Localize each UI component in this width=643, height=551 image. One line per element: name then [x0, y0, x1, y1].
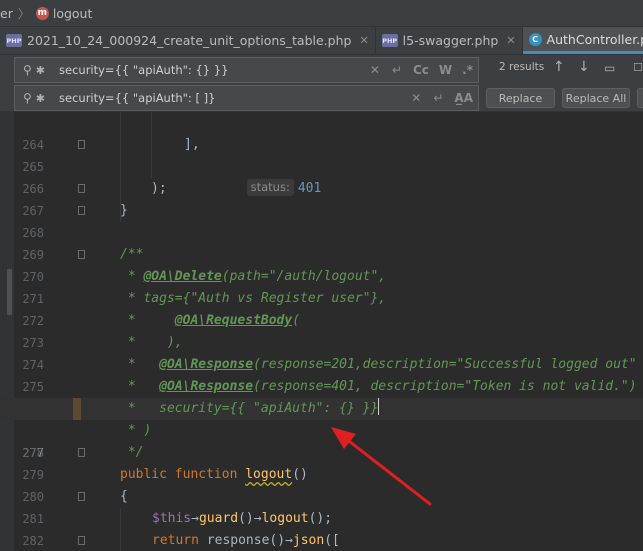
tab-auth-controller[interactable]: C AuthController.php ✕: [522, 27, 643, 54]
class-icon: C: [528, 32, 542, 46]
search-field[interactable]: ⚲ ✱ security={{ "apiAuth": {} }} ✕ ↵ Cc …: [14, 57, 479, 83]
clear-icon[interactable]: ✕: [370, 63, 380, 77]
tab-label: AuthController.php: [546, 31, 643, 47]
next-occurrence-icon[interactable]: ↓: [578, 59, 590, 75]
find-replace-bar: ⚲ ✱ security={{ "apiAuth": {} }} ✕ ↵ Cc …: [0, 55, 643, 112]
search-input[interactable]: security={{ "apiAuth": {} }}: [59, 63, 364, 77]
newline-icon[interactable]: ↵: [433, 91, 443, 105]
editor-tabs: PHP 2021_10_24_000924_create_unit_option…: [0, 27, 643, 55]
breadcrumb: er 〉 m logout: [0, 0, 643, 27]
close-icon[interactable]: ✕: [359, 34, 368, 47]
results-count: 2 results: [499, 61, 545, 73]
annotation-arrow-icon: [331, 427, 432, 506]
code-editor[interactable]: 264 265 ], 266 status:401 267 ); 268 }: [0, 112, 643, 551]
replace-field[interactable]: ⚲ ✱ security={{ "apiAuth": [ ]} ✕ ↵ A̲A: [14, 85, 479, 111]
select-all-occurrences-icon[interactable]: ▭: [604, 61, 615, 75]
clear-icon[interactable]: ✕: [411, 91, 421, 105]
breadcrumb-separator-icon: 〉: [17, 6, 30, 21]
replace-input[interactable]: security={{ "apiAuth": [ ]}: [59, 91, 405, 105]
checkbox-icon[interactable]: ☐: [633, 61, 643, 74]
newline-icon[interactable]: ↵: [392, 63, 402, 77]
method-icon: m: [35, 6, 49, 20]
exclude-button[interactable]: [637, 88, 643, 108]
tab-create-unit-options-table[interactable]: PHP 2021_10_24_000924_create_unit_option…: [0, 27, 376, 54]
breadcrumb-root[interactable]: er: [0, 6, 13, 21]
search-history-icon[interactable]: ✱: [36, 64, 45, 77]
replace-history-icon[interactable]: ✱: [36, 92, 45, 105]
breadcrumb-method[interactable]: logout: [53, 6, 93, 21]
tab-l5-swagger[interactable]: PHP l5-swagger.php ✕: [376, 27, 523, 54]
preserve-case-toggle[interactable]: A̲A: [454, 91, 473, 105]
regex-toggle[interactable]: .*: [462, 63, 473, 77]
tab-label: 2021_10_24_000924_create_unit_options_ta…: [27, 33, 352, 48]
previous-occurrence-icon[interactable]: ↑: [553, 59, 565, 75]
match-case-toggle[interactable]: Cc: [413, 63, 429, 77]
ide-window: er 〉 m logout PHP 2021_10_24_000924_crea…: [0, 0, 643, 551]
search-icon[interactable]: ⚲: [23, 63, 32, 77]
tab-label: l5-swagger.php: [402, 33, 499, 48]
close-icon[interactable]: ✕: [506, 34, 515, 47]
whole-words-toggle[interactable]: W: [439, 63, 452, 77]
replace-search-icon[interactable]: ⚲: [23, 91, 32, 105]
php-file-icon: PHP: [6, 34, 22, 47]
replace-button[interactable]: Replace: [486, 88, 555, 108]
replace-all-button[interactable]: Replace All: [562, 88, 630, 108]
php-file-icon: PHP: [381, 34, 398, 47]
